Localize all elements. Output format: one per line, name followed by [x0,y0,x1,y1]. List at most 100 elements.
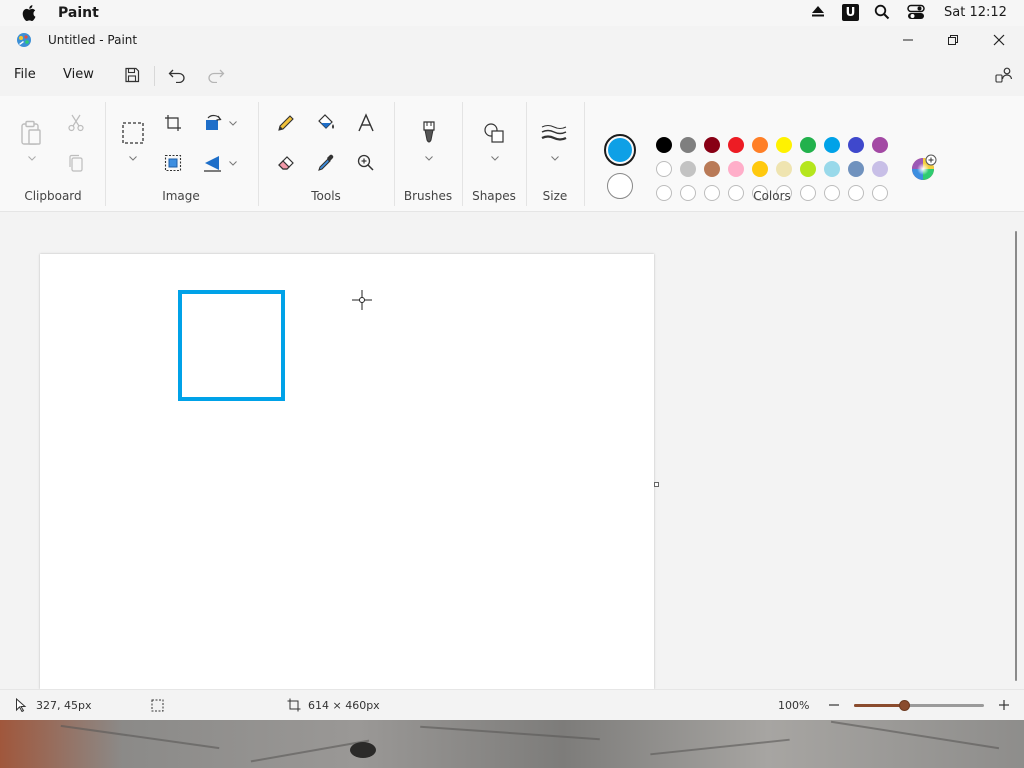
eraser-icon[interactable] [273,150,299,176]
stroke-size-icon[interactable] [541,120,567,146]
ribbon-separator [105,102,106,206]
palette-swatch[interactable] [824,161,840,177]
magnifier-icon[interactable] [353,150,379,176]
undo-icon[interactable] [166,64,188,86]
apple-icon[interactable] [22,4,38,25]
fill-bucket-icon[interactable] [313,110,339,136]
palette-swatch-empty[interactable] [704,185,720,201]
chevron-down-icon[interactable] [27,154,37,162]
resize-icon[interactable] [160,150,186,176]
palette-swatch[interactable] [848,161,864,177]
palette-swatch[interactable] [800,137,816,153]
chevron-down-icon[interactable] [550,154,560,162]
menu-bar: File View [0,58,1024,92]
flip-icon[interactable] [200,150,226,176]
crop-icon[interactable] [160,110,186,136]
canvas-resize-handle[interactable] [654,482,659,487]
group-label-tools: Tools [311,189,341,203]
group-label-clipboard: Clipboard [24,189,82,203]
copy-icon[interactable] [63,150,89,176]
palette-swatch[interactable] [752,137,768,153]
zoom-slider[interactable] [854,700,984,711]
group-label-colors: Colors [753,189,791,203]
mac-clock[interactable]: Sat 12:12 [944,5,1007,20]
ribbon-separator [584,102,585,206]
color-picker-icon[interactable] [313,150,339,176]
chevron-down-icon[interactable] [424,154,434,162]
paste-icon[interactable] [18,120,44,146]
palette-swatch[interactable] [800,161,816,177]
cursor-position: 327, 45px [36,699,92,712]
close-icon[interactable] [984,29,1014,51]
text-icon[interactable] [353,110,379,136]
chevron-down-icon[interactable] [490,154,500,162]
palette-swatch-empty[interactable] [680,185,696,201]
palette-swatch-empty[interactable] [848,185,864,201]
primary-color[interactable] [604,134,636,166]
palette-swatch[interactable] [872,161,888,177]
palette-swatch-empty[interactable] [872,185,888,201]
select-icon[interactable] [120,120,146,146]
palette-swatch-empty[interactable] [824,185,840,201]
u-badge-icon[interactable]: U [842,4,859,21]
palette-swatch[interactable] [704,137,720,153]
secondary-color[interactable] [607,173,633,199]
pointer-icon [15,697,27,715]
group-label-size: Size [542,189,568,203]
redo-icon[interactable] [205,64,227,86]
menu-view[interactable]: View [63,67,94,82]
drawing-canvas[interactable] [40,254,654,689]
zoom-level[interactable]: 100% [778,699,809,712]
chevron-down-icon[interactable] [228,119,238,127]
rotate-icon[interactable] [200,110,226,136]
save-icon[interactable] [121,64,143,86]
chevron-down-icon[interactable] [228,159,238,167]
palette-swatch[interactable] [776,161,792,177]
zoom-out-icon[interactable] [828,699,840,714]
palette-swatch[interactable] [680,137,696,153]
desktop-wallpaper [0,720,1024,768]
minimize-icon[interactable] [893,29,923,51]
menu-file[interactable]: File [14,67,36,82]
palette-swatch[interactable] [776,137,792,153]
mac-app-name[interactable]: Paint [58,5,99,21]
cut-icon[interactable] [63,110,89,136]
zoom-slider-knob[interactable] [898,700,910,711]
window-title: Untitled - Paint [48,33,138,47]
ribbon-toolbar: Clipboard Image Tools Brushes Shapes Siz… [0,96,1024,212]
control-center-icon[interactable] [907,4,925,23]
palette-swatch[interactable] [824,137,840,153]
palette-swatch[interactable] [680,161,696,177]
zoom-in-icon[interactable] [998,699,1010,714]
title-bar[interactable]: Untitled - Paint [0,26,1024,54]
palette-swatch[interactable] [656,161,672,177]
eject-icon[interactable] [811,4,825,21]
crosshair-cursor-icon [352,290,372,313]
palette-swatch[interactable] [656,137,672,153]
ribbon-separator [258,102,259,206]
restore-icon[interactable] [938,29,968,51]
scrollbar-thumb[interactable] [1015,231,1017,681]
canvas-size-icon [287,698,301,715]
spotlight-search-icon[interactable] [874,4,890,23]
chevron-down-icon[interactable] [128,154,138,162]
palette-swatch[interactable] [848,137,864,153]
palette-swatch[interactable] [704,161,720,177]
vertical-scrollbar[interactable] [1010,213,1024,689]
shapes-icon[interactable] [481,120,507,146]
pencil-icon[interactable] [273,110,299,136]
edit-colors-icon[interactable] [910,154,938,182]
mac-menubar: Paint U Sat 12:12 [0,0,1024,26]
palette-swatch[interactable] [872,137,888,153]
palette-swatch[interactable] [728,161,744,177]
status-bar: 327, 45px 614 × 460px 100% [0,689,1024,720]
canvas-size: 614 × 460px [308,699,380,712]
group-label-brushes: Brushes [403,189,453,203]
brush-icon[interactable] [416,120,442,146]
palette-swatch-empty[interactable] [656,185,672,201]
group-label-image: Image [162,189,200,203]
palette-swatch[interactable] [752,161,768,177]
share-account-icon[interactable] [993,64,1015,86]
palette-swatch[interactable] [728,137,744,153]
drawn-rectangle[interactable] [178,290,285,401]
